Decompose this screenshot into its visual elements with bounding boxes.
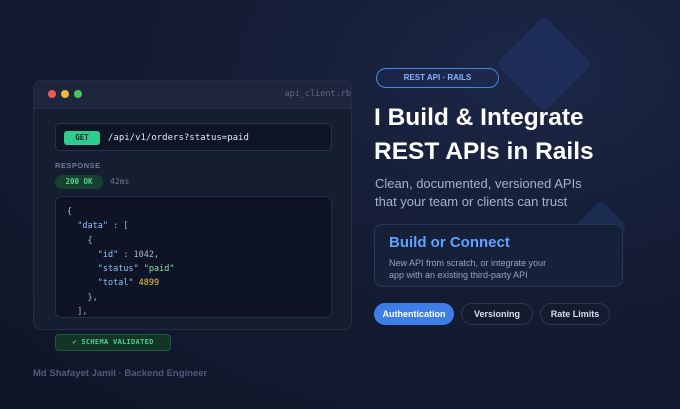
json-key: "data" xyxy=(77,221,108,232)
code-line: }, xyxy=(67,291,331,305)
json-key: "status" xyxy=(97,264,139,275)
card-description-line: New API from scratch, or integrate your xyxy=(389,258,547,268)
json-punctuation xyxy=(67,221,77,231)
chip-versioning[interactable]: Versioning xyxy=(461,303,533,325)
topic-tag: REST API · RAILS xyxy=(376,68,499,88)
json-punctuation: : [ xyxy=(107,221,129,232)
card-title: Build or Connect xyxy=(389,234,510,251)
card-description-line: app with an existing third-party API xyxy=(389,270,528,280)
author-credit: Md Shafayet Jamil · Backend Engineer xyxy=(33,368,208,379)
headline: I Build & Integrate REST APIs in Rails xyxy=(374,101,674,169)
card-description: New API from scratch, or integrate your … xyxy=(389,257,614,281)
maximize-window-button[interactable] xyxy=(74,90,82,98)
subheadline: Clean, documented, versioned APIs that y… xyxy=(375,175,635,211)
code-line: { xyxy=(67,234,331,248)
decorative-diamond xyxy=(495,15,593,113)
json-punctuation: { xyxy=(67,235,93,246)
json-number: 4899 xyxy=(138,278,160,289)
code-line: { xyxy=(67,205,331,219)
code-line: "total" 4899 xyxy=(67,276,331,290)
subheadline-line: Clean, documented, versioned APIs xyxy=(375,176,582,191)
latency-text: 42ms xyxy=(110,177,130,186)
json-punctuation: ], xyxy=(67,307,88,318)
json-punctuation: { xyxy=(67,207,73,217)
code-line: "status" "paid" xyxy=(67,262,331,276)
code-line: ], xyxy=(67,305,331,319)
http-method-badge[interactable]: GET xyxy=(64,131,100,145)
json-key: "total" xyxy=(97,278,134,289)
code-line: "id" : 1042, xyxy=(67,248,331,262)
subheadline-line: that your team or clients can trust xyxy=(375,194,568,209)
request-bar[interactable]: GET /api/v1/orders?status=paid xyxy=(55,123,332,151)
endpoint-url[interactable]: /api/v1/orders?status=paid xyxy=(108,131,249,145)
close-window-button[interactable] xyxy=(48,90,56,98)
chip-rate-limits[interactable]: Rate Limits xyxy=(540,303,610,325)
api-client-window: api_client.rb GET /api/v1/orders?status=… xyxy=(33,80,352,330)
build-or-connect-card: Build or Connect New API from scratch, o… xyxy=(374,224,623,287)
window-title: api_client.rb xyxy=(284,89,351,99)
status-badge: 200 OK xyxy=(55,175,103,189)
json-punctuation xyxy=(67,250,98,260)
minimize-window-button[interactable] xyxy=(61,90,69,98)
chip-authentication[interactable]: Authentication xyxy=(374,303,454,325)
json-response-panel: { "data" : [ { "id" : 1042, "status" "pa… xyxy=(55,196,332,318)
json-punctuation: }, xyxy=(67,292,98,303)
json-string: "paid" xyxy=(143,264,175,275)
window-titlebar: api_client.rb xyxy=(34,81,351,109)
json-punctuation xyxy=(67,264,98,274)
json-punctuation: : 1042, xyxy=(118,249,160,260)
json-punctuation xyxy=(67,278,98,288)
json-key: "id" xyxy=(97,249,119,260)
headline-line: I Build & Integrate xyxy=(374,104,584,131)
response-label: RESPONSE xyxy=(55,161,101,170)
headline-line: REST APIs in Rails xyxy=(374,138,594,165)
schema-validated-badge: ✔ SCHEMA VALIDATED xyxy=(55,334,171,351)
code-line: "data" : [ xyxy=(67,219,331,233)
